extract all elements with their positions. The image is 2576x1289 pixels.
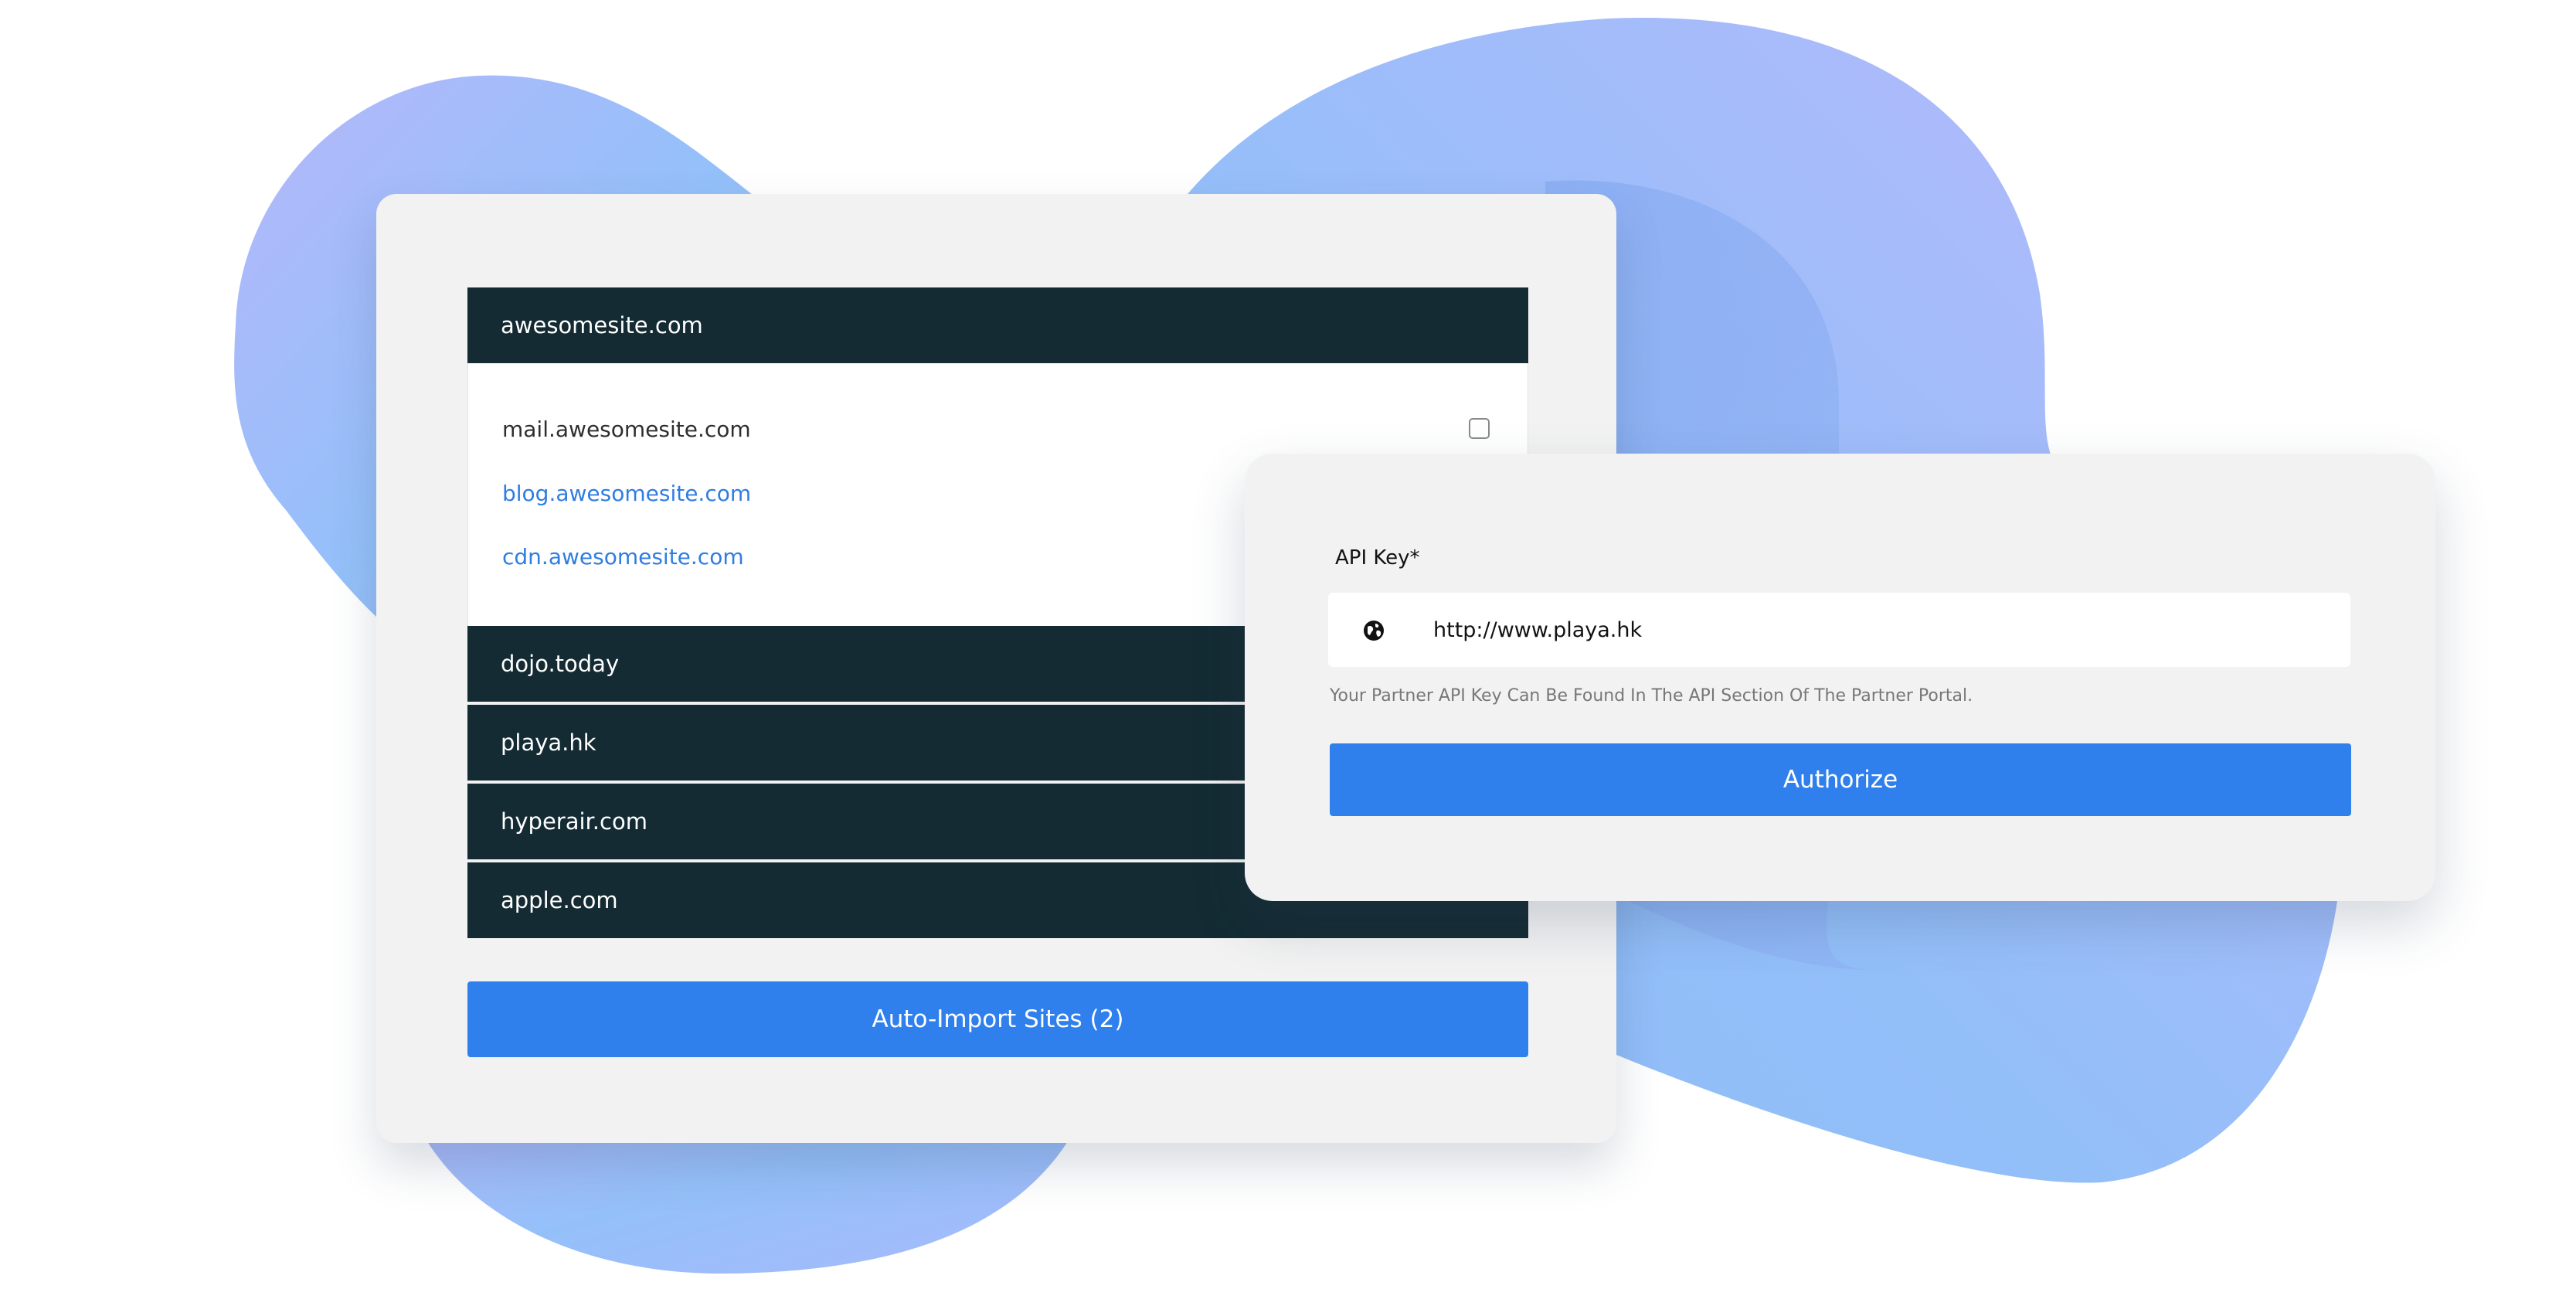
authorize-button[interactable]: Authorize xyxy=(1330,743,2351,816)
site-name: dojo.today xyxy=(501,651,620,677)
api-key-panel: API Key* Your Partner API Key Can Be Fou… xyxy=(1245,454,2435,901)
auto-import-button[interactable]: Auto-Import Sites (2) xyxy=(467,981,1528,1057)
site-name: playa.hk xyxy=(501,730,596,756)
api-key-input[interactable] xyxy=(1433,593,2330,667)
site-name: hyperair.com xyxy=(501,808,647,835)
api-key-help-text: Your Partner API Key Can Be Found In The… xyxy=(1330,686,1973,706)
api-key-field[interactable] xyxy=(1328,593,2350,667)
subsite-item-cdn[interactable]: cdn.awesomesite.com xyxy=(502,542,744,573)
globe-icon xyxy=(1364,621,1384,641)
site-header-awesomesite[interactable]: awesomesite.com xyxy=(467,287,1528,363)
subsite-item-mail[interactable]: mail.awesomesite.com xyxy=(502,414,751,445)
subsite-item-blog[interactable]: blog.awesomesite.com xyxy=(502,478,751,509)
site-name: apple.com xyxy=(501,887,618,913)
subsite-checkbox[interactable] xyxy=(1469,418,1490,439)
site-name: awesomesite.com xyxy=(501,312,703,338)
app-stage: awesomesite.com mail.awesomesite.com blo… xyxy=(0,0,2576,1289)
api-key-label: API Key* xyxy=(1335,546,1420,570)
